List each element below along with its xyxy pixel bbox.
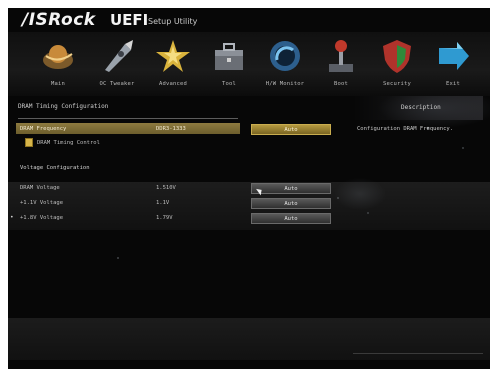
rocket-icon	[105, 40, 133, 72]
toolbox-icon	[215, 43, 243, 70]
description-title: Description	[401, 104, 441, 111]
exit-arrow-icon	[439, 42, 469, 70]
v18-voltage-value: 1.79V	[156, 215, 173, 221]
dram-frequency-auto-button[interactable]: Auto	[251, 124, 331, 135]
menu-item-tool[interactable]: Tool	[201, 32, 257, 96]
main-menu-bar: Main OC Tweaker Advanced Tool H/W Monito…	[8, 32, 490, 96]
v11-voltage-auto-button[interactable]: Auto	[251, 198, 331, 209]
uefi-logo: UEFI	[110, 11, 149, 29]
description-text: Configuration DRAM Frequency.	[357, 126, 454, 132]
menu-item-oc-tweaker[interactable]: OC Tweaker	[89, 32, 145, 96]
setup-utility-label: Setup Utility	[148, 17, 198, 26]
section-divider	[18, 118, 238, 119]
menu-item-hw-monitor[interactable]: H/W Monitor	[257, 32, 313, 96]
star-icon	[156, 40, 190, 72]
shield-icon	[383, 40, 411, 73]
planet-icon	[43, 45, 73, 69]
dram-frequency-value: DDR3-1333	[156, 126, 186, 132]
menu-label-main: Main	[50, 81, 66, 87]
dram-voltage-label: DRAM Voltage	[20, 185, 60, 191]
v11-voltage-label: +1.1V Voltage	[20, 200, 64, 206]
uefi-screen: /ISRock UEFI Setup Utility Main OC Tweak…	[8, 8, 490, 369]
v11-voltage-value: 1.1V	[156, 200, 170, 206]
menu-item-main[interactable]: Main	[30, 32, 86, 96]
menu-item-security[interactable]: Security	[369, 32, 425, 96]
v18-voltage-label: +1.8V Voltage	[20, 215, 64, 221]
monitor-icon	[270, 41, 300, 71]
menu-label-exit: Exit	[445, 81, 461, 87]
dram-voltage-value: 1.510V	[156, 185, 176, 191]
menu-item-boot[interactable]: Boot	[313, 32, 369, 96]
voltage-configuration-header: Voltage Configuration	[20, 165, 90, 171]
menu-item-exit[interactable]: Exit	[425, 32, 481, 96]
bullet-marker: •	[10, 214, 14, 221]
top-bar: /ISRock UEFI Setup Utility	[8, 8, 490, 32]
joystick-icon	[329, 40, 353, 72]
brand-logo: /ISRock	[22, 10, 96, 30]
folder-icon	[25, 138, 33, 147]
v18-voltage-auto-button[interactable]: Auto	[251, 213, 331, 224]
dram-timing-control-link[interactable]: DRAM Timing Control	[37, 140, 100, 146]
voltage-band	[8, 182, 490, 230]
bottom-divider	[353, 353, 483, 354]
menu-item-advanced[interactable]: Advanced	[145, 32, 201, 96]
dram-frequency-label: DRAM Frequency	[20, 126, 67, 132]
section-title: DRAM Timing Configuration	[18, 103, 109, 110]
